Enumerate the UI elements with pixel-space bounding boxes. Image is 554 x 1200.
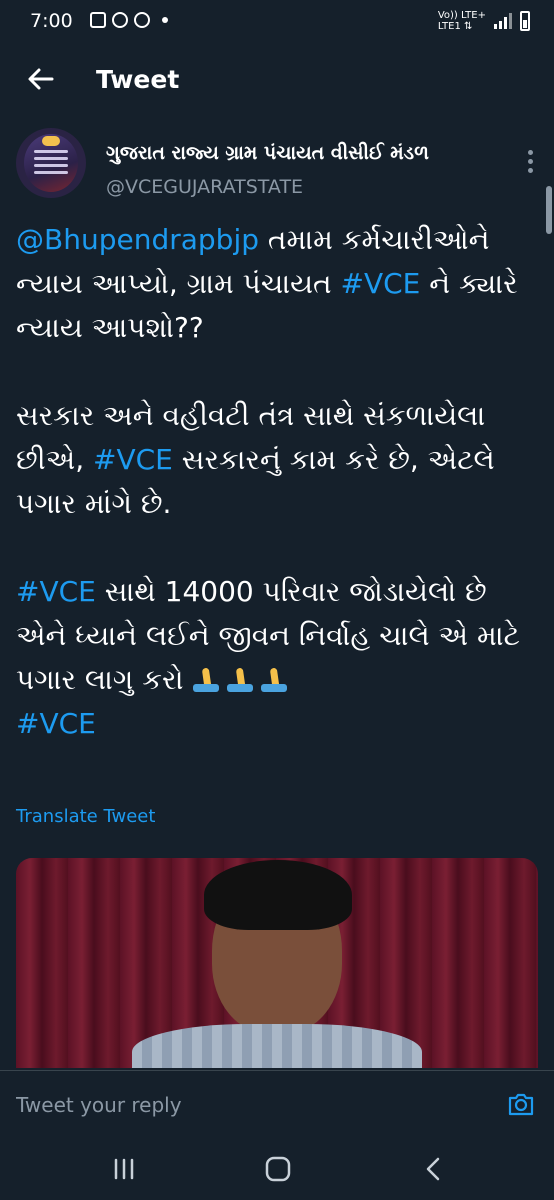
tweet-text: @Bhupendrapbjp તમામ કર્મચારીઓને ન્યાય આપ…	[16, 218, 542, 746]
app-bar: Tweet	[0, 48, 554, 114]
gallery-icon	[90, 12, 106, 28]
home-icon[interactable]	[258, 1154, 298, 1184]
hashtag-link[interactable]: #VCE	[16, 707, 96, 740]
person-hair	[204, 860, 352, 930]
more-options-icon[interactable]	[528, 150, 534, 177]
translate-tweet-link[interactable]: Translate Tweet	[16, 806, 155, 827]
tweet-author: ગુજરાત રાજ્ય ગ્રામ પંચાયત વીસીઈ મંડળ @VC…	[16, 128, 538, 198]
system-nav-bar	[0, 1136, 554, 1200]
tweet-video-thumbnail[interactable]	[16, 858, 538, 1068]
author-name[interactable]: ગુજરાત રાજ્ય ગ્રામ પંચાયત વીસીઈ મંડળ	[106, 142, 429, 164]
tweet-paragraph-3: #VCE સાથે 14000 પરિવાર જોડાયેલો છે એને ધ…	[16, 570, 542, 746]
status-bar: 7:00 Vo)) LTE+ LTE1 ⇅	[0, 0, 554, 44]
hashtag-link[interactable]: #VCE	[340, 267, 420, 300]
camera-icon[interactable]	[506, 1089, 536, 1119]
app-grid-icon	[112, 12, 128, 28]
network-line-1: Vo)) LTE+	[437, 10, 486, 21]
nav-back-icon[interactable]	[414, 1154, 454, 1184]
hashtag-link[interactable]: #VCE	[93, 443, 173, 476]
recent-apps-icon[interactable]	[104, 1154, 144, 1184]
signal-icon	[494, 13, 512, 29]
hashtag-link[interactable]: #VCE	[16, 575, 96, 608]
author-handle[interactable]: @VCEGUJARATSTATE	[106, 176, 303, 198]
avatar[interactable]	[16, 128, 86, 198]
notification-dot-icon	[162, 17, 168, 23]
notification-icons	[90, 12, 168, 28]
scrollbar[interactable]	[546, 186, 552, 234]
tweet-paragraph-2: સરકાર અને વહીવટી તંત્ર સાથે સંકળાયેલા છી…	[16, 394, 542, 526]
back-arrow-icon[interactable]	[26, 64, 56, 94]
network-label: Vo)) LTE+ LTE1 ⇅	[438, 10, 486, 32]
reply-bar	[0, 1070, 554, 1137]
status-time: 7:00	[30, 10, 73, 32]
status-right: Vo)) LTE+ LTE1 ⇅	[438, 10, 530, 32]
page-title: Tweet	[96, 65, 180, 94]
mention-link[interactable]: @Bhupendrapbjp	[16, 223, 259, 256]
tweet-paragraph-1: @Bhupendrapbjp તમામ કર્મચારીઓને ન્યાય આપ…	[16, 218, 542, 350]
praying-hands-icon	[192, 668, 220, 692]
reply-input[interactable]	[16, 1091, 476, 1119]
battery-icon	[520, 11, 530, 31]
praying-hands-icon	[226, 668, 254, 692]
praying-hands-icon	[260, 668, 288, 692]
person-shirt	[132, 1024, 422, 1068]
network-line-2: LTE1 ⇅	[437, 21, 473, 32]
app-grid-icon-2	[134, 12, 150, 28]
